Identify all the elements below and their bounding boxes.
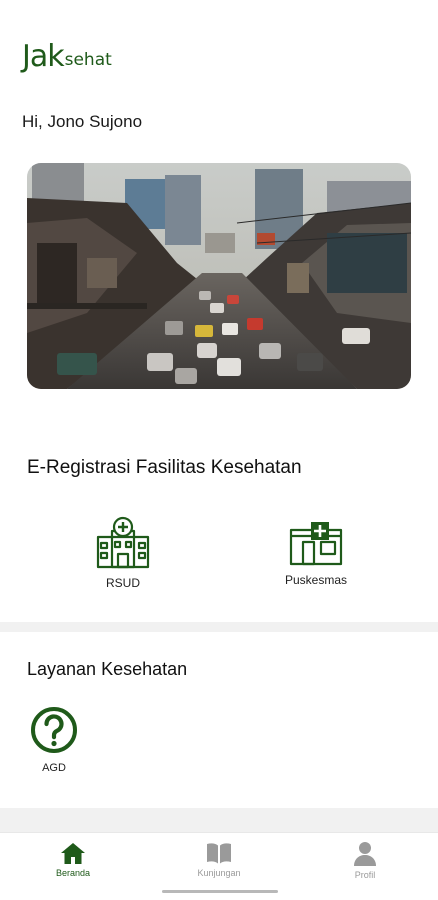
user-icon <box>354 842 376 866</box>
nav-item-kunjungan[interactable]: Kunjungan <box>146 833 292 889</box>
logo-prefix: Jak <box>22 39 65 74</box>
question-circle-icon <box>31 707 77 753</box>
services-section-title: Layanan Kesehatan <box>27 659 188 679</box>
nav-item-beranda[interactable]: Beranda <box>0 833 146 889</box>
section-divider <box>0 622 438 632</box>
bottom-navigation: Beranda Kunjungan Profil <box>0 832 438 889</box>
logo-suffix: sehat <box>64 50 112 70</box>
home-icon <box>61 843 85 864</box>
nav-label-profil: Profil <box>354 870 376 880</box>
puskesmas-label: Puskesmas <box>284 573 348 587</box>
gesture-handle <box>162 890 278 893</box>
puskesmas-button[interactable]: Puskesmas <box>256 520 376 587</box>
app-logo: Jak sehat <box>22 42 112 72</box>
rsud-label: RSUD <box>105 576 140 590</box>
nav-item-profil[interactable]: Profil <box>292 833 438 889</box>
clinic-icon <box>289 522 343 566</box>
registration-section-title: E-Registrasi Fasilitas Kesehatan <box>27 457 302 478</box>
nav-label-kunjungan: Kunjungan <box>197 868 241 878</box>
bottom-divider <box>0 808 438 832</box>
rsud-button[interactable]: RSUD <box>63 515 183 590</box>
banner-image <box>27 163 411 389</box>
nav-label-beranda: Beranda <box>55 868 91 878</box>
greeting-text: Hi, Jono Sujono <box>22 112 143 131</box>
agd-label: AGD <box>42 762 66 774</box>
city-street-illustration <box>27 163 411 389</box>
book-icon <box>207 843 231 864</box>
agd-button[interactable]: AGD <box>28 705 80 774</box>
hospital-icon <box>96 516 150 569</box>
